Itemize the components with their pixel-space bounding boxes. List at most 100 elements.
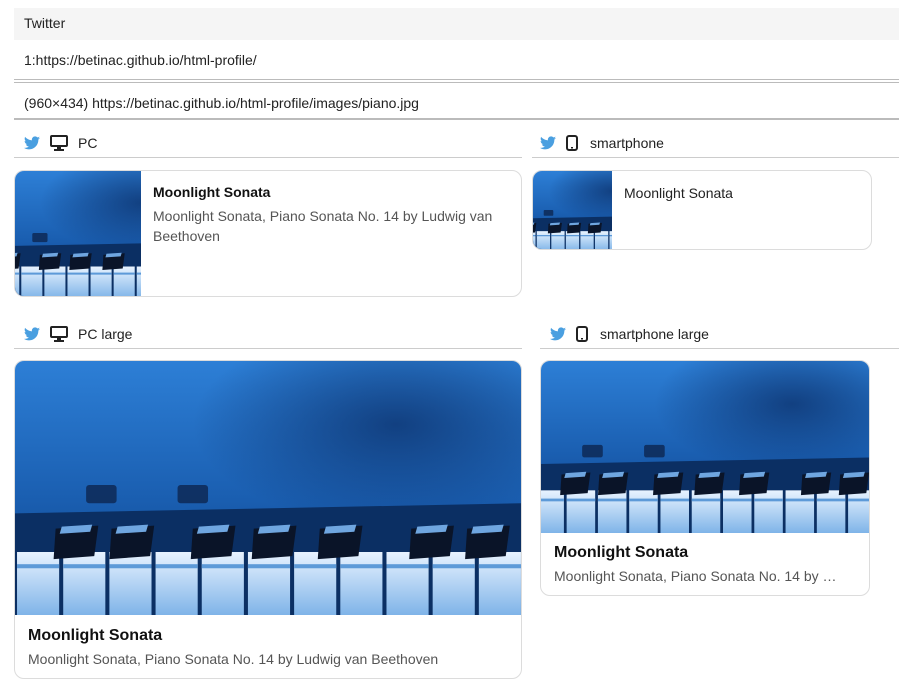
piano-image <box>541 361 869 533</box>
section-smartphone-label: smartphone <box>590 134 664 151</box>
white-key <box>691 490 721 533</box>
key-edge <box>536 235 551 237</box>
card-title: Moonlight Sonata <box>624 185 733 201</box>
key-edge <box>247 564 291 569</box>
white-key <box>609 231 612 249</box>
white-key <box>155 552 198 615</box>
white-key <box>63 552 106 615</box>
white-key <box>386 552 429 615</box>
card-image <box>15 361 521 615</box>
key-edge <box>629 498 658 502</box>
white-key <box>785 490 815 533</box>
card-description: Moonlight Sonata, Piano Sonata No. 14 by… <box>28 651 439 667</box>
twitter-bird-icon <box>24 326 40 340</box>
white-key <box>21 266 43 296</box>
smartphone-large-card[interactable]: Moonlight Sonata Moonlight Sonata, Piano… <box>540 360 870 596</box>
key-edge <box>432 564 475 569</box>
background-key <box>582 444 603 458</box>
white-key <box>566 490 596 533</box>
key-edge <box>566 498 596 502</box>
key-edge <box>294 564 337 569</box>
white-key <box>340 552 383 615</box>
key-edge <box>565 235 580 237</box>
pc-summary-card[interactable]: Moonlight Sonata Moonlight Sonata, Piano… <box>14 170 522 297</box>
card-description: Moonlight Sonata, Piano Sonata No. 14 by… <box>153 208 493 244</box>
key-edge <box>21 272 43 275</box>
white-key <box>541 490 564 533</box>
white-key <box>109 552 152 615</box>
key-edge <box>551 235 565 237</box>
card-title: Moonlight Sonata <box>153 184 271 200</box>
white-key <box>294 552 337 615</box>
key-edge <box>478 564 521 569</box>
twitter-bird-icon <box>540 135 556 149</box>
white-key <box>594 231 609 249</box>
key-edge <box>136 272 141 275</box>
key-edge <box>90 272 112 275</box>
pc-large-card[interactable]: Moonlight Sonata Moonlight Sonata, Piano… <box>14 360 522 679</box>
desktop-icon <box>50 325 68 342</box>
key-edge <box>340 564 383 569</box>
key-edge <box>63 564 106 569</box>
section-smartphone-large-header: smartphone large <box>540 319 899 349</box>
background-key <box>32 232 48 243</box>
key-edge <box>754 498 783 502</box>
key-edge <box>848 498 869 502</box>
piano-image <box>15 171 141 296</box>
key-edge <box>533 235 536 237</box>
image-url: (960×434) https://betinac.github.io/html… <box>14 82 899 120</box>
white-key <box>754 490 783 533</box>
white-key <box>90 266 112 296</box>
white-key <box>67 266 89 296</box>
card-description: Moonlight Sonata, Piano Sonata No. 14 by… <box>554 568 844 584</box>
key-edge <box>580 235 594 237</box>
section-smartphone-large-label: smartphone large <box>600 325 709 342</box>
key-edge <box>17 564 60 569</box>
key-edge <box>660 498 689 502</box>
key-edge <box>15 272 20 275</box>
background-key <box>543 210 554 216</box>
white-key <box>533 231 536 249</box>
piano-image <box>533 171 612 249</box>
white-key <box>629 490 658 533</box>
white-key <box>580 231 594 249</box>
key-edge <box>44 272 66 275</box>
key-edge <box>594 235 609 237</box>
card-title: Moonlight Sonata <box>554 544 689 561</box>
header-title: Twitter <box>24 15 66 31</box>
key-edge <box>67 272 89 275</box>
smartphone-icon <box>576 325 588 342</box>
white-key <box>15 266 20 296</box>
key-edge <box>597 498 627 502</box>
white-key <box>17 552 60 615</box>
key-edge <box>816 498 846 502</box>
white-key <box>113 266 135 296</box>
key-edge <box>201 564 244 569</box>
background-key <box>177 484 209 504</box>
white-key <box>247 552 291 615</box>
twitter-bird-icon <box>550 326 566 340</box>
white-key <box>816 490 846 533</box>
key-edge <box>541 498 564 502</box>
section-pc-large-header: PC large <box>14 319 522 349</box>
key-edge <box>155 564 198 569</box>
white-key <box>723 490 752 533</box>
key-edge <box>113 272 135 275</box>
section-pc-large-label: PC large <box>78 325 133 342</box>
key-edge <box>109 564 152 569</box>
white-key <box>597 490 627 533</box>
smartphone-summary-card[interactable]: Moonlight Sonata <box>532 170 872 250</box>
white-key <box>136 266 141 296</box>
page-url: 1:https://betinac.github.io/html-profile… <box>14 40 899 80</box>
white-key <box>660 490 689 533</box>
card-image <box>541 361 869 533</box>
key-edge <box>609 235 612 237</box>
white-key <box>565 231 580 249</box>
white-key <box>44 266 66 296</box>
white-key <box>551 231 565 249</box>
section-pc-label: PC <box>78 134 98 151</box>
piano-image <box>15 361 521 615</box>
background-key <box>644 444 665 458</box>
desktop-icon <box>50 134 68 151</box>
white-key <box>201 552 244 615</box>
